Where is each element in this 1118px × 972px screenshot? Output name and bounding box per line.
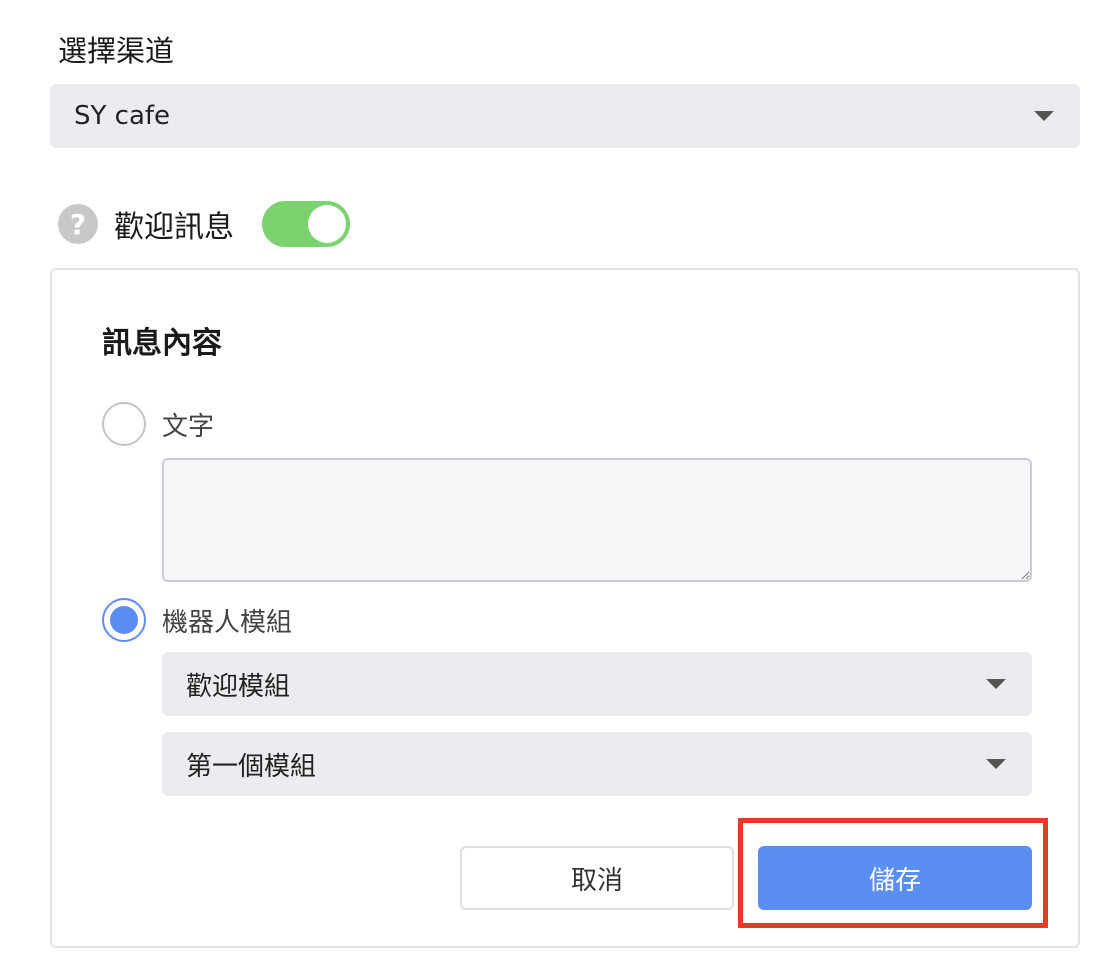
text-radio-label[interactable]: 文字 [162, 406, 214, 443]
text-message-input[interactable] [162, 458, 1032, 582]
bot-module-radio[interactable] [102, 598, 146, 642]
chevron-down-icon [986, 679, 1006, 689]
channel-select[interactable]: SY cafe [50, 84, 1080, 148]
save-button[interactable]: 儲存 [758, 846, 1032, 910]
welcome-label: 歡迎訊息 [114, 210, 234, 245]
message-title: 訊息內容 [102, 326, 222, 361]
cancel-button[interactable]: 取消 [460, 846, 734, 910]
message-panel: 訊息內容 文字 機器人模組 歡迎模組 第一個模組 取消 儲存 [50, 268, 1080, 948]
help-icon[interactable]: ? [58, 204, 98, 244]
module-group-select-value: 歡迎模組 [186, 671, 291, 702]
channel-select-value: SY cafe [74, 101, 171, 131]
chevron-down-icon [1034, 111, 1054, 121]
toggle-knob [308, 205, 346, 243]
radio-selected-dot [110, 606, 138, 634]
module-select-value: 第一個模組 [186, 751, 317, 782]
welcome-toggle[interactable] [262, 201, 350, 247]
bot-module-radio-label[interactable]: 機器人模組 [162, 602, 292, 639]
module-select[interactable]: 第一個模組 [162, 732, 1032, 796]
welcome-row: ? 歡迎訊息 [58, 200, 350, 248]
channel-label: 選擇渠道 [58, 34, 175, 68]
text-radio[interactable] [102, 402, 146, 446]
module-group-select[interactable]: 歡迎模組 [162, 652, 1032, 716]
chevron-down-icon [986, 759, 1006, 769]
